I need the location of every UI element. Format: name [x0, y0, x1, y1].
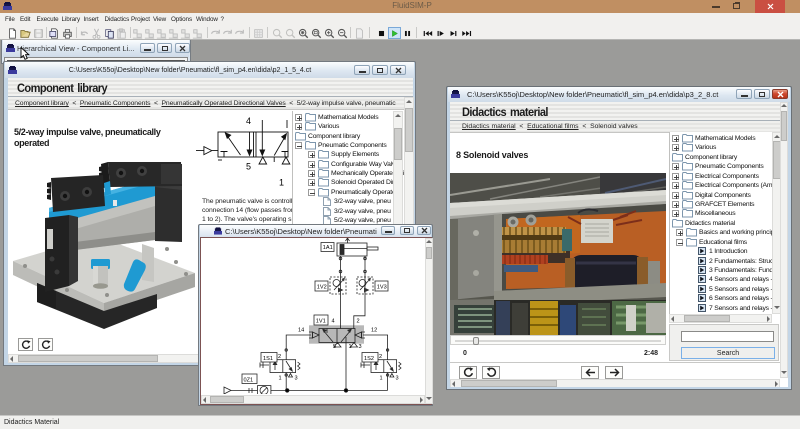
svg-text:1V3: 1V3 — [377, 284, 387, 290]
svg-text:1: 1 — [349, 344, 352, 350]
svg-text:1: 1 — [380, 376, 383, 382]
svg-text:1S2: 1S2 — [364, 356, 374, 362]
svg-text:1: 1 — [279, 178, 284, 188]
svg-text:14: 14 — [298, 328, 304, 334]
svg-text:3: 3 — [396, 376, 399, 382]
svg-text:2: 2 — [379, 354, 382, 360]
svg-text:4: 4 — [332, 319, 335, 325]
svg-text:0Z1: 0Z1 — [244, 378, 254, 384]
svg-text:1V2: 1V2 — [317, 284, 327, 290]
svg-text:5: 5 — [246, 162, 251, 172]
svg-text:4: 4 — [246, 116, 251, 126]
svg-text:12: 12 — [371, 328, 377, 334]
svg-text:3: 3 — [359, 344, 362, 350]
svg-text:2: 2 — [278, 354, 281, 360]
svg-text:1: 1 — [279, 376, 282, 382]
svg-text:3: 3 — [295, 376, 298, 382]
svg-text:5: 5 — [333, 344, 336, 350]
svg-text:2: 2 — [357, 319, 360, 325]
svg-text:1A1: 1A1 — [323, 245, 333, 251]
svg-text:1S1: 1S1 — [263, 356, 273, 362]
svg-text:1V1: 1V1 — [316, 318, 326, 324]
